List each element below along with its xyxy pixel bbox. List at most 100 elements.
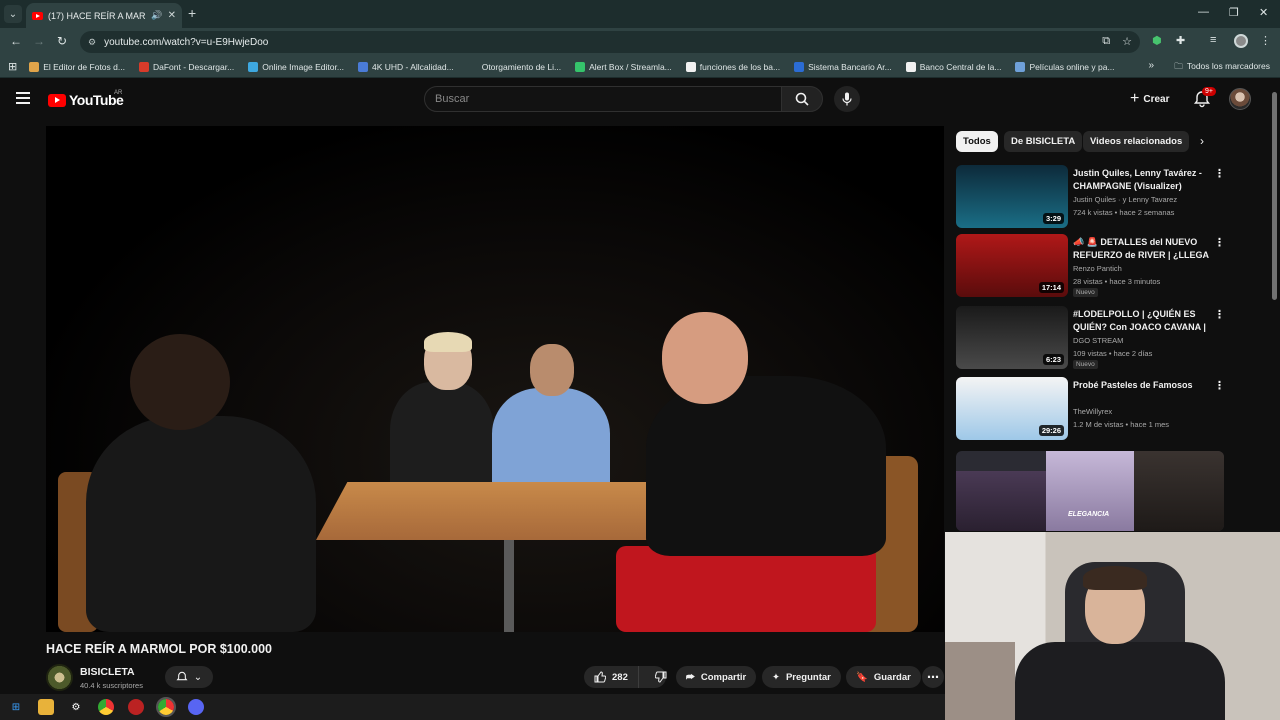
install-app-icon[interactable]: ⧉ (1102, 35, 1110, 48)
recommendation-item[interactable]: 29:26 Probé Pasteles de Famosos TheWillyre… (956, 377, 1226, 441)
back-arrow-icon[interactable]: ← (10, 34, 22, 48)
bookmark-favicon-icon (685, 61, 696, 72)
video-frame-table-leg (504, 540, 514, 632)
like-dislike-group: 282 (584, 666, 667, 688)
more-bookmarks-icon[interactable]: » (1148, 60, 1154, 71)
recommendation-title[interactable]: Justin Quiles, Lenny Tavárez - CHAMPAGNE… (1073, 167, 1211, 193)
bookmark-item[interactable]: El Editor de Fotos d... (29, 61, 125, 72)
discord-icon[interactable] (188, 699, 204, 715)
bookmark-item[interactable]: Banco Central de la... (905, 61, 1001, 72)
recommendation-title[interactable]: 📣 🚨 DETALLES del NUEVO REFUERZO de RIVER… (1073, 236, 1211, 262)
browser-tab-active[interactable]: (17) HACE REÍR A MARMOL 🔊 ✕ (26, 3, 182, 28)
like-button[interactable]: 282 (584, 666, 639, 688)
recommendation-channel[interactable]: Justin Quiles · y Lenny Tavarez (1073, 195, 1177, 204)
all-bookmarks-button[interactable]: 🗀 Todos los marcadores (1174, 61, 1270, 75)
extensions-puzzle-icon[interactable]: ✚ (1176, 34, 1185, 47)
thumbnail-panel (1046, 451, 1134, 531)
recommendation-channel[interactable]: Renzo Pantich (1073, 264, 1122, 273)
minimize-window-icon[interactable]: — (1198, 6, 1209, 18)
settings-gear-icon[interactable]: ⚙ (68, 699, 84, 715)
extension-shield-icon[interactable]: ⬢ (1152, 34, 1162, 47)
recommendation-thumbnail[interactable]: 29:26 (956, 377, 1068, 440)
voice-search-button[interactable] (834, 86, 860, 112)
recommendation-menu-icon[interactable]: ⋮ (1214, 236, 1225, 249)
account-avatar[interactable] (1229, 88, 1251, 110)
recommendation-item[interactable]: 6:23 #LODELPOLLO | ¿QUIÉN ES QUIÉN? Con J… (956, 306, 1226, 370)
share-button[interactable]: ⮫ Compartir (676, 666, 757, 688)
new-tab-plus-icon[interactable]: + (188, 5, 196, 21)
recommendation-menu-icon[interactable]: ⋮ (1214, 167, 1225, 180)
tab-search-chevron-icon[interactable]: ⌄ (4, 5, 22, 23)
youtube-logo[interactable]: YouTube (48, 92, 124, 108)
chip-from-channel[interactable]: De BISICLETA (1004, 131, 1083, 152)
restore-window-icon[interactable]: ❐ (1229, 6, 1239, 19)
tab-title: (17) HACE REÍR A MARMOL (48, 10, 146, 21)
recommendation-item[interactable]: 3:29 Justin Quiles, Lenny Tavárez - CHAMP… (956, 165, 1226, 229)
bookmark-icon: 🔖 (856, 671, 868, 683)
recommendation-meta: 28 vistas • hace 3 minutos (1073, 277, 1161, 286)
reading-list-icon[interactable]: ≡ (1210, 34, 1216, 46)
speaker-icon[interactable]: 🔊 (151, 10, 162, 21)
subscription-bell-button[interactable]: ⌄ (165, 666, 213, 688)
bookmark-item[interactable]: funciones de los ba... (685, 61, 780, 72)
recommendation-item[interactable]: 17:14 📣 🚨 DETALLES del NUEVO REFUERZO de … (956, 234, 1226, 298)
bookmark-label: Online Image Editor... (262, 61, 344, 72)
bell-icon (176, 671, 188, 681)
bookmark-item[interactable]: 4K UHD - Allcalidad... (357, 61, 454, 72)
bookmark-item[interactable]: Películas online y pa... (1015, 61, 1115, 72)
recommendation-thumbnail[interactable]: 6:23 (956, 306, 1068, 369)
apps-grid-icon[interactable]: ⊞ (8, 60, 17, 73)
chip-all[interactable]: Todos (956, 131, 998, 152)
search-button[interactable] (781, 86, 823, 112)
create-button[interactable]: + Crear (1122, 87, 1177, 111)
more-actions-icon[interactable]: ⋯ (922, 666, 944, 688)
bookmark-item[interactable]: DaFont - Descargar... (138, 61, 234, 72)
bookmark-favicon-icon (138, 61, 149, 72)
thumbnail-caption: ELEGANCIA (1068, 511, 1110, 518)
file-explorer-icon[interactable] (38, 699, 54, 715)
recommendation-title[interactable]: #LODELPOLLO | ¿QUIÉN ES QUIÉN? Con JOACO… (1073, 308, 1211, 334)
chrome-icon[interactable] (98, 699, 114, 715)
recommendation-thumbnail-partial[interactable]: ELEGANCIA (956, 451, 1224, 531)
video-duration: 17:14 (1038, 282, 1064, 293)
close-tab-icon[interactable]: ✕ (168, 10, 176, 21)
bookmark-star-icon[interactable]: ☆ (1122, 35, 1132, 48)
like-count: 282 (612, 671, 628, 683)
video-duration: 3:29 (1042, 213, 1064, 224)
recorder-icon[interactable] (128, 699, 144, 715)
recommendation-title[interactable]: Probé Pasteles de Famosos (1073, 379, 1211, 392)
channel-name[interactable]: BISICLETA (80, 666, 135, 678)
browser-profile-avatar[interactable] (1234, 34, 1248, 48)
windows-start-icon[interactable]: ⊞ (8, 699, 24, 715)
video-player[interactable] (46, 126, 944, 632)
chevron-right-icon[interactable]: › (1200, 134, 1204, 148)
chrome-menu-icon[interactable]: ⋮ (1260, 34, 1271, 47)
bookmark-label: Películas online y pa... (1029, 61, 1115, 72)
reload-icon[interactable]: ↻ (57, 34, 67, 48)
bookmark-item[interactable]: Otorgamiento de Li... (467, 61, 561, 72)
chip-related[interactable]: Videos relacionados (1083, 131, 1190, 152)
channel-avatar[interactable] (46, 664, 73, 691)
page-scrollbar[interactable] (1272, 92, 1277, 300)
recommendation-menu-icon[interactable]: ⋮ (1214, 308, 1225, 321)
forward-arrow-icon[interactable]: → (33, 34, 45, 48)
close-window-icon[interactable]: ✕ (1259, 6, 1268, 19)
video-frame-person (646, 376, 886, 556)
dislike-button[interactable] (645, 666, 677, 688)
save-button[interactable]: 🔖 Guardar (846, 666, 921, 688)
recommendation-channel[interactable]: DGO STREAM (1073, 336, 1123, 345)
site-info-icon[interactable]: ⚙ (88, 37, 96, 48)
recommendation-menu-icon[interactable]: ⋮ (1214, 379, 1225, 392)
bookmark-item[interactable]: Sistema Bancario Ar... (794, 61, 892, 72)
bookmark-item[interactable]: Online Image Editor... (248, 61, 344, 72)
bookmark-item[interactable]: Alert Box / Streamla... (575, 61, 672, 72)
search-input[interactable]: Buscar (424, 86, 782, 112)
address-bar[interactable]: ⚙ youtube.com/watch?v=u-E9HwjeDoo ⧉ ☆ (80, 31, 1140, 53)
ask-button[interactable]: ✦ Preguntar (762, 666, 841, 688)
chrome-active-icon[interactable] (156, 697, 176, 717)
recommendation-thumbnail[interactable]: 3:29 (956, 165, 1068, 228)
recommendation-thumbnail[interactable]: 17:14 (956, 234, 1068, 297)
recommendation-channel[interactable]: TheWillyrex (1073, 407, 1112, 416)
bookmark-favicon-icon (905, 61, 916, 72)
menu-hamburger-icon[interactable] (16, 92, 30, 104)
